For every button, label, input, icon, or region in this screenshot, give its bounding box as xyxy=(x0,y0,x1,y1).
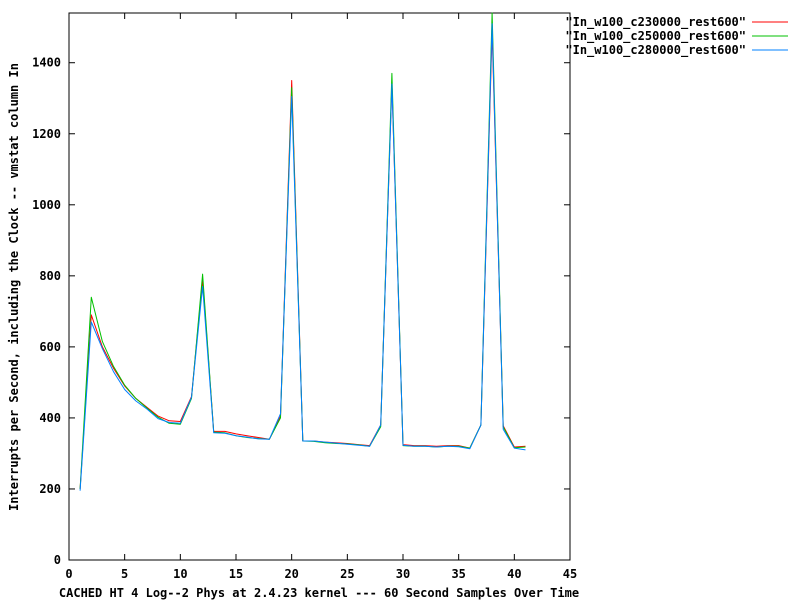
legend-label-1: "In_w100_c230000_rest600" xyxy=(565,15,746,30)
y-tick-label: 600 xyxy=(39,340,61,354)
x-tick-label: 15 xyxy=(229,567,243,581)
x-tick-label: 10 xyxy=(173,567,187,581)
y-axis-label: Interrupts per Second, including the Clo… xyxy=(7,63,21,511)
x-tick-label: 25 xyxy=(340,567,354,581)
y-tick-label: 0 xyxy=(54,553,61,567)
legend-label-3: "In_w100_c280000_rest600" xyxy=(565,43,746,58)
x-tick-label: 20 xyxy=(284,567,298,581)
series-line-1 xyxy=(79,30,526,490)
series-layer xyxy=(79,12,526,491)
y-tick-label: 400 xyxy=(39,411,61,425)
axis-ticks: 0 5 10 15 20 25 30 35 40 45 0 200 400 600 800 1000 1200 1… xyxy=(32,13,577,581)
y-tick-label: 1200 xyxy=(32,127,61,141)
x-tick-label: 5 xyxy=(121,567,128,581)
plot-frame xyxy=(68,12,571,561)
x-tick-label: 30 xyxy=(396,567,410,581)
y-tick-label: 1400 xyxy=(32,56,61,70)
legend: "In_w100_c230000_rest600""In_w100_c25000… xyxy=(565,15,788,58)
series-line-2 xyxy=(79,12,526,490)
legend-label-2: "In_w100_c250000_rest600" xyxy=(565,29,746,44)
x-axis-label: CACHED HT 4 Log--2 Phys at 2.4.23 kernel… xyxy=(59,586,579,600)
x-tick-label: 45 xyxy=(563,567,577,581)
series-line-3 xyxy=(79,23,526,491)
x-tick-label: 35 xyxy=(451,567,465,581)
y-tick-label: 800 xyxy=(39,269,61,283)
y-tick-label: 200 xyxy=(39,482,61,496)
line-chart: 0 5 10 15 20 25 30 35 40 45 0 200 400 600 800 1000 1200 1… xyxy=(7,12,788,600)
x-tick-label: 40 xyxy=(507,567,521,581)
y-tick-label: 1000 xyxy=(32,198,61,212)
x-tick-label: 0 xyxy=(65,567,72,581)
